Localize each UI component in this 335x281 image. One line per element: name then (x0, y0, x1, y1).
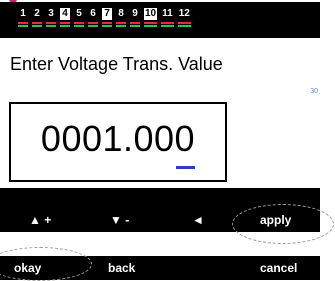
device-display: 1 2 3 4 5 6 7 8 9 10 11 12 Enter Voltage… (0, 2, 320, 232)
side-number: 30 (310, 88, 318, 95)
tab-strip: 1 2 3 4 5 6 7 8 9 10 11 12 (0, 2, 320, 38)
tab-label: 11 (162, 8, 173, 19)
bottom-softkey-bar: okay back cancel (0, 256, 320, 280)
tab-9[interactable]: 9 (130, 8, 140, 28)
value-field[interactable]: 0001.000 (9, 102, 227, 182)
tab-label: 2 (34, 8, 40, 19)
tab-label: 10 (144, 8, 158, 20)
decrement-button[interactable]: ▼ - (110, 213, 129, 227)
value-entry-screen: Enter Voltage Trans. Value 30 0001.000 (0, 38, 320, 188)
softkey-row: ▲ + ▼ - ◄ apply (0, 188, 320, 232)
okay-button[interactable]: okay (14, 261, 41, 275)
tab-8[interactable]: 8 (116, 8, 126, 28)
tab-label: 3 (48, 8, 54, 19)
tab-label: 6 (90, 8, 96, 19)
page-title: Enter Voltage Trans. Value (10, 54, 223, 74)
increment-button[interactable]: ▲ + (29, 213, 51, 227)
tab-1[interactable]: 1 (18, 8, 28, 28)
tab-label: 9 (132, 8, 138, 19)
tab-label: 5 (76, 8, 82, 19)
tab-4[interactable]: 4 (60, 8, 70, 28)
tab-label: 8 (118, 8, 124, 19)
tab-6[interactable]: 6 (88, 8, 98, 28)
tab-label: 1 (20, 8, 26, 19)
apply-button[interactable]: apply (260, 213, 291, 227)
tab-5[interactable]: 5 (74, 8, 84, 28)
tab-label: 12 (178, 8, 190, 19)
move-left-button[interactable]: ◄ (192, 213, 204, 227)
digit-cursor (176, 166, 195, 169)
tab-label: 7 (102, 8, 112, 20)
tab-11[interactable]: 11 (161, 8, 174, 28)
tab-3[interactable]: 3 (46, 8, 56, 28)
tab-label: 4 (60, 8, 70, 20)
value-display: 0001.000 (40, 118, 196, 159)
tab-2[interactable]: 2 (32, 8, 42, 28)
tab-10[interactable]: 10 (144, 8, 158, 28)
tab-12[interactable]: 12 (177, 8, 191, 28)
back-button[interactable]: back (108, 261, 135, 275)
cancel-button[interactable]: cancel (260, 261, 297, 275)
tab-7[interactable]: 7 (102, 8, 112, 28)
